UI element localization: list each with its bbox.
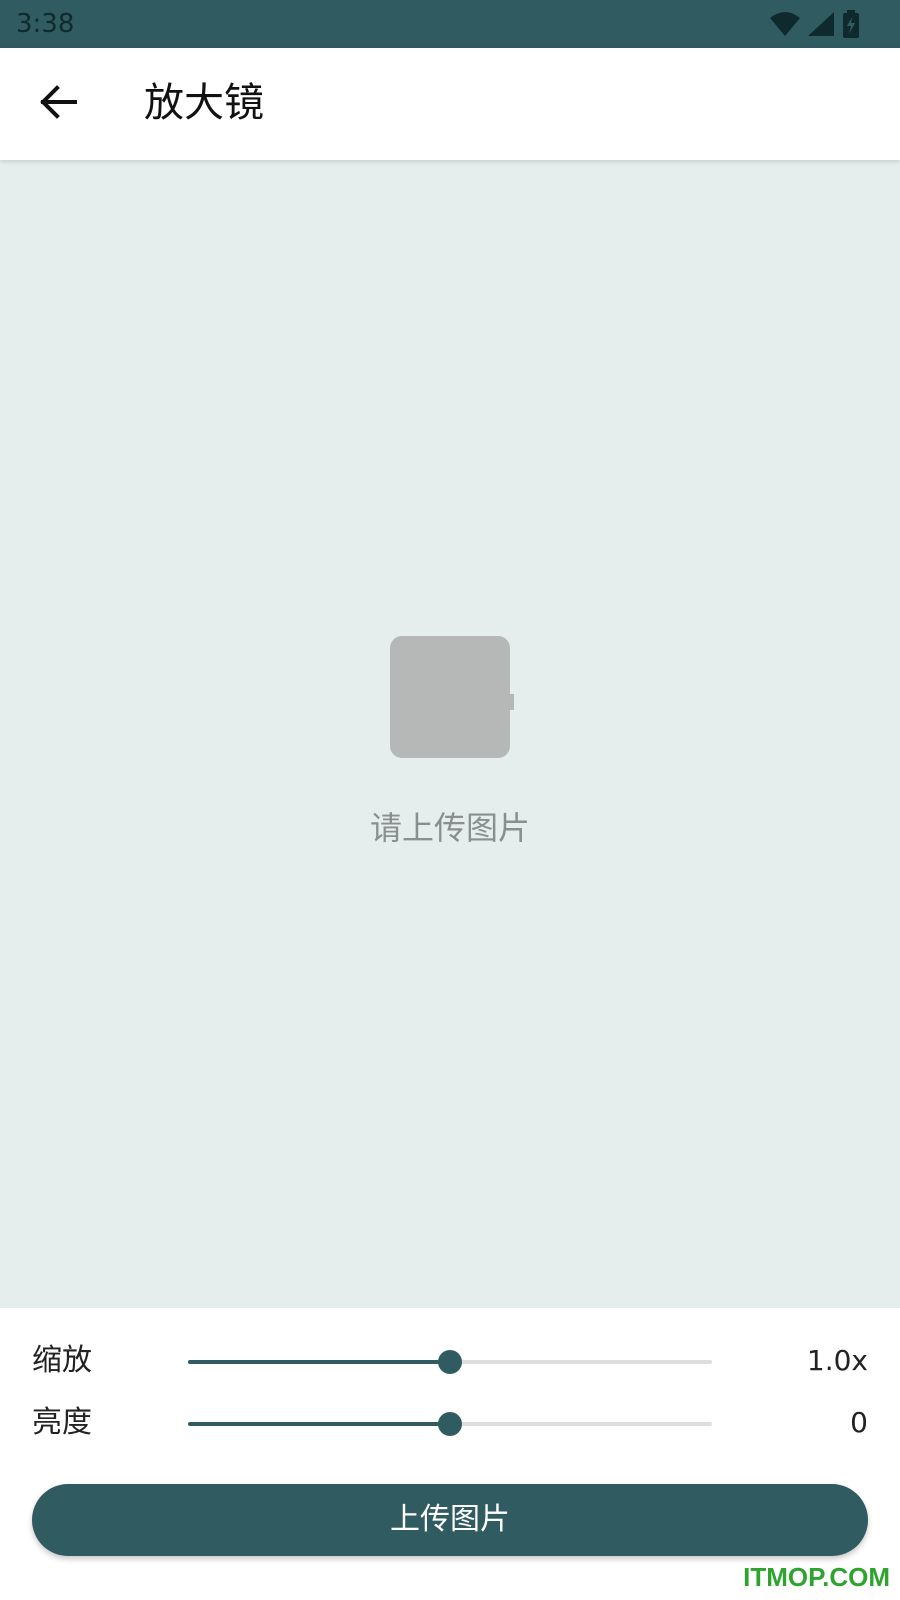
upload-prompt-text: 请上传图片 <box>369 809 530 847</box>
zoom-label: 缩放 <box>32 1343 92 1378</box>
back-button[interactable] <box>26 70 90 134</box>
upload-image-button[interactable]: 上传图片 <box>32 1484 868 1556</box>
brightness-label: 亮度 <box>32 1405 92 1440</box>
brightness-control: 亮度 0 <box>0 1398 900 1448</box>
watermark-logo: ITMOP.COM <box>743 1562 890 1592</box>
status-bar: 3:38 <box>0 0 900 48</box>
brightness-slider-thumb[interactable] <box>438 1412 462 1436</box>
brightness-slider-fill <box>188 1422 450 1426</box>
brightness-slider[interactable] <box>188 1412 712 1436</box>
zoom-slider[interactable] <box>188 1350 712 1374</box>
wifi-icon <box>770 12 800 36</box>
status-icons <box>770 10 860 38</box>
battery-charging-icon <box>843 10 859 38</box>
zoom-value: 1.0x <box>806 1344 868 1377</box>
brightness-value: 0 <box>850 1406 868 1439</box>
arrow-left-icon <box>40 85 77 119</box>
zoom-slider-thumb[interactable] <box>438 1350 462 1374</box>
page-title: 放大镜 <box>144 80 264 126</box>
screen: 3:38 放大镜 请上传图片 缩放 1.0x 亮度 0 上传图片 ITMOP.C… <box>0 0 900 1600</box>
image-preview-area[interactable]: 请上传图片 <box>0 160 900 1308</box>
image-placeholder-icon <box>390 636 514 758</box>
app-bar: 放大镜 <box>0 48 900 160</box>
zoom-slider-fill <box>188 1360 450 1364</box>
zoom-control: 缩放 1.0x <box>0 1336 900 1386</box>
cell-signal-icon <box>808 12 834 36</box>
controls-panel: 缩放 1.0x 亮度 0 上传图片 <box>0 1308 900 1600</box>
status-time: 3:38 <box>16 9 75 39</box>
